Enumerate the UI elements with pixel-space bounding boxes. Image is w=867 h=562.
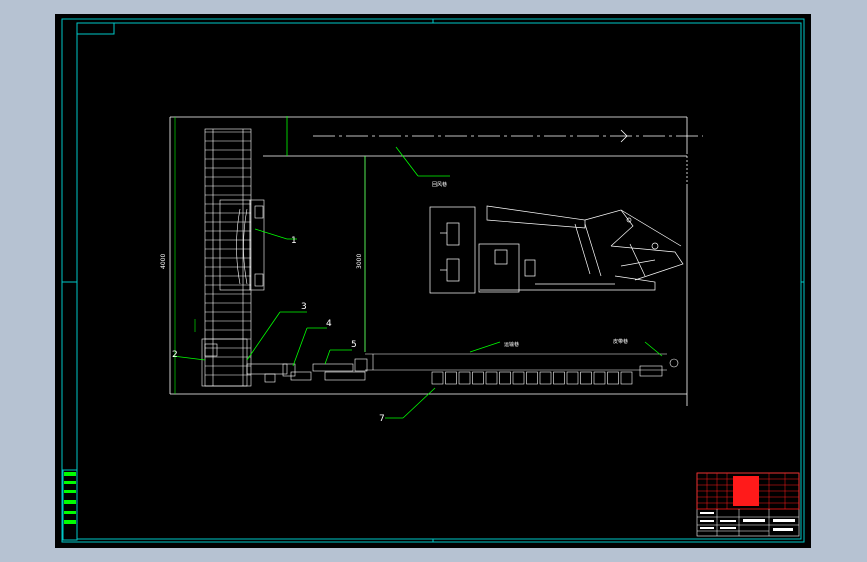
belt-segment — [566, 371, 579, 385]
shearer-body — [219, 199, 265, 291]
callout-3: 3 — [301, 302, 307, 312]
workface-outline — [169, 116, 688, 406]
callout-7: 7 — [379, 414, 385, 424]
belt-segment — [445, 371, 457, 385]
belt-segment — [472, 371, 484, 385]
belt-segment — [553, 371, 565, 385]
callout-1: 1 — [291, 236, 297, 246]
dimension-inner: 3000 — [356, 254, 363, 269]
belt-segments — [431, 371, 633, 385]
callout-5: 5 — [351, 340, 357, 350]
belt-segment — [607, 371, 619, 385]
belt-segment — [526, 371, 538, 385]
drawing-canvas: 1 2 3 4 5 7 4000 3000 回风巷 运输巷 皮带巷 — [61, 18, 805, 543]
belt-segment — [580, 371, 592, 385]
outer-border — [61, 18, 805, 543]
transfer-equipment — [201, 338, 368, 387]
callout-4: 4 — [326, 319, 332, 329]
belt-segment — [485, 371, 498, 385]
belt-segment — [512, 371, 525, 385]
conveyor-belt — [365, 353, 679, 377]
cad-viewport[interactable]: 1 2 3 4 5 7 4000 3000 回风巷 运输巷 皮带巷 — [55, 14, 811, 548]
belt-segment — [593, 371, 606, 385]
inner-border — [76, 22, 802, 540]
label-belt-lane: 皮带巷 — [613, 338, 628, 345]
roadheader-machine — [429, 205, 684, 294]
corner-box — [76, 22, 115, 35]
belt-segment — [499, 371, 511, 385]
belt-segment — [620, 371, 633, 385]
belt-segment — [539, 371, 552, 385]
title-block — [696, 472, 800, 537]
label-transport-lane: 运输巷 — [504, 341, 519, 348]
belt-segment — [458, 371, 471, 385]
revision-strip — [62, 469, 78, 541]
dimension-overall: 4000 — [160, 254, 167, 269]
label-return-airway: 回风巷 — [432, 182, 447, 188]
dimension-lines — [174, 117, 366, 394]
belt-segment — [431, 371, 444, 385]
callout-2: 2 — [172, 350, 178, 360]
